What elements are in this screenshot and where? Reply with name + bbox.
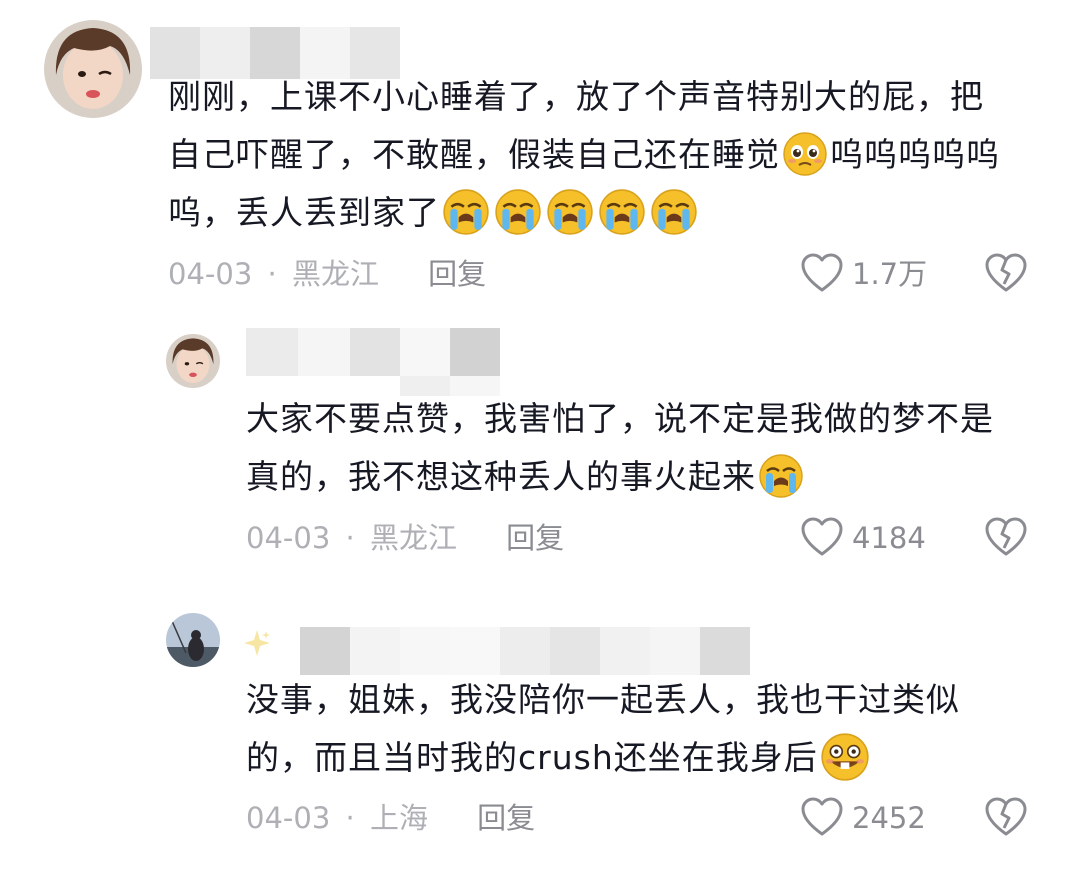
comment-date: 04-03 — [246, 521, 331, 555]
comment-date: 04-03 — [246, 801, 331, 835]
comment-text: 大家不要点赞，我害怕了，说不定是我做的梦不是 真的，我不想这种丢人的事火起来 — [246, 390, 1046, 506]
comment-text: 没事，姐妹，我没陪你一起丢人，我也干过类似 的，而且当时我的crush还坐在我身… — [246, 671, 1046, 787]
avatar[interactable] — [44, 20, 142, 118]
separator: · — [267, 257, 277, 291]
heart-outline-icon[interactable] — [800, 252, 844, 294]
heart-outline-icon[interactable] — [800, 796, 844, 838]
comment-location: 黑龙江 — [291, 257, 379, 291]
comment-location: 黑龙江 — [369, 521, 457, 555]
reply-button[interactable]: 回复 — [506, 521, 564, 555]
loudly-crying-face-emoji-icon — [442, 188, 490, 236]
comment-line: 没事，姐妹，我没陪你一起丢人，我也干过类似 — [246, 680, 960, 719]
comment-meta: 04-03 · 黑龙江 回复 — [168, 252, 486, 296]
avatar[interactable] — [166, 613, 220, 667]
comment-meta: 04-03 · 上海 回复 — [246, 796, 535, 840]
comment-text: 刚刚，上课不小心睡着了，放了个声音特别大的屁，把 自己吓醒了，不敢醒，假装自己还… — [168, 68, 1048, 242]
username-blurred[interactable] — [246, 328, 500, 376]
grinning-buck-tooth-face-emoji-icon — [820, 732, 870, 782]
separator: · — [345, 801, 355, 835]
sparkle-icon — [242, 628, 272, 662]
broken-heart-icon[interactable] — [984, 796, 1028, 838]
loudly-crying-face-emoji-icon — [494, 188, 542, 236]
loudly-crying-face-emoji-icon — [546, 188, 594, 236]
crying-emojis — [440, 188, 700, 235]
loudly-crying-face-emoji-icon — [650, 188, 698, 236]
loudly-crying-face-emoji-icon — [598, 188, 646, 236]
like-count: 4184 — [852, 521, 926, 555]
broken-heart-icon[interactable] — [984, 516, 1028, 558]
comment-date: 04-03 — [168, 257, 253, 291]
broken-heart-icon[interactable] — [984, 252, 1028, 294]
like-count: 1.7万 — [852, 257, 928, 291]
heart-outline-icon[interactable] — [800, 516, 844, 558]
comment-line: 的，而且当时我的crush还坐在我身后 — [246, 729, 1046, 787]
separator: · — [345, 521, 355, 555]
reply-button[interactable]: 回复 — [428, 257, 486, 291]
comment-line: 自己吓醒了，不敢醒，假装自己还在睡觉 呜呜呜呜呜 — [168, 126, 1048, 184]
pleading-face-emoji-icon — [782, 131, 828, 177]
reply-button[interactable]: 回复 — [477, 801, 535, 835]
loudly-crying-face-emoji-icon — [758, 453, 804, 499]
like-count: 2452 — [852, 801, 926, 835]
comment-line: 呜，丢人丢到家了 — [168, 184, 1048, 242]
comment-line: 大家不要点赞，我害怕了，说不定是我做的梦不是 — [246, 399, 994, 438]
comment-line: 刚刚，上课不小心睡着了，放了个声音特别大的屁，把 — [168, 77, 984, 116]
comment-meta: 04-03 · 黑龙江 回复 — [246, 516, 564, 560]
avatar[interactable] — [166, 334, 220, 388]
username-blurred[interactable] — [300, 627, 750, 675]
comment-location: 上海 — [369, 801, 428, 835]
comment-line: 真的，我不想这种丢人的事火起来 — [246, 448, 1046, 506]
